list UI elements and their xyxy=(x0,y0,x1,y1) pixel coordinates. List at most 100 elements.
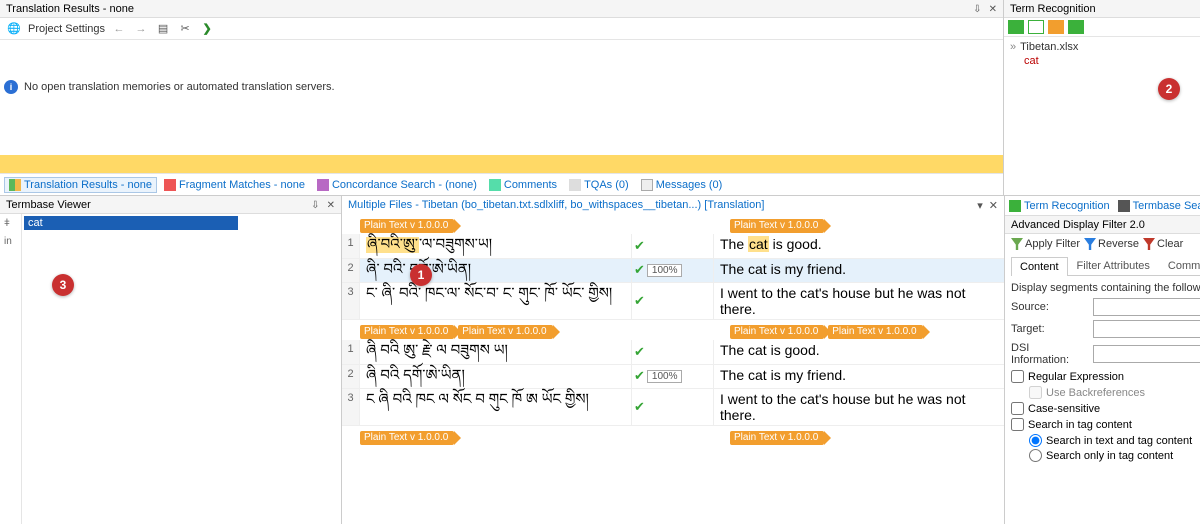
annotation-1: 1 xyxy=(410,264,432,286)
segment-row[interactable]: 1 ཞི་བའི་ཨུ་་ལ་བཟུགས་ཡ། ✔ The cat is goo… xyxy=(342,234,1004,259)
file-tag: Plain Text v 1.0.0.0 xyxy=(730,431,824,445)
apply-filter-button[interactable]: Apply Filter xyxy=(1011,238,1080,250)
segment-target[interactable]: I went to the cat's house but he was not… xyxy=(714,283,1004,319)
target-input[interactable] xyxy=(1093,320,1200,338)
segment-number: 3 xyxy=(342,389,360,425)
clear-filter-button[interactable]: Clear xyxy=(1143,238,1183,250)
segment-status: ✔ xyxy=(632,340,714,364)
confirm-icon: ✔ xyxy=(634,368,645,384)
searchtag-checkbox[interactable] xyxy=(1011,418,1024,431)
segment-row[interactable]: 3 ང་ ཞི་ བའི་ ཁང་ལ་ སོང་བ་ ང་ གུང་ ཁོ་ ཡ… xyxy=(342,283,1004,320)
term-record-icon[interactable] xyxy=(1048,20,1064,34)
adf-title: Advanced Display Filter 2.0 xyxy=(1011,219,1200,231)
segment-status: ✔100% xyxy=(632,259,714,283)
termbase-entry[interactable]: cat xyxy=(24,216,238,230)
dsi-input[interactable] xyxy=(1093,345,1200,363)
tab-tqas[interactable]: TQAs (0) xyxy=(564,177,634,193)
segment-row[interactable]: 2 ཞི་ བའི་ དགོ་ཨེ་ཡིན། ✔100% The cat is … xyxy=(342,259,1004,284)
right-column: Term Recognition Termbase Search Advance… xyxy=(1005,196,1200,524)
subtab-comments[interactable]: Comments xyxy=(1159,256,1200,275)
segment-target[interactable]: The cat is my friend. xyxy=(714,259,1004,283)
rb-only-tag-label: Search only in tag content xyxy=(1046,450,1173,462)
side-glyph-1: ǂ xyxy=(0,218,21,236)
term-add-icon[interactable] xyxy=(1028,20,1044,34)
rb-only-tag[interactable] xyxy=(1029,449,1042,462)
term-recognition-panel: Term Recognition Tibetan.xlsx cat 2 xyxy=(1004,0,1200,195)
adf-description: Display segments containing the followin… xyxy=(1011,282,1200,294)
segment-row[interactable]: 2 ཞི བའི དགོ་ཨེ་ཡིན། ✔100% The cat is my… xyxy=(342,365,1004,390)
side-glyph-2: in xyxy=(0,236,21,254)
pin-icon[interactable]: ⇩ xyxy=(311,200,319,211)
file-tag: Plain Text v 1.0.0.0 xyxy=(730,219,824,233)
tab-termbase-search[interactable]: Termbase Search xyxy=(1118,200,1200,212)
source-input[interactable] xyxy=(1093,298,1200,316)
regex-checkbox[interactable] xyxy=(1011,370,1024,383)
casesens-label: Case-sensitive xyxy=(1028,403,1100,415)
translation-results-header: Translation Results - none ⇩ ✕ xyxy=(0,0,1003,18)
term-view-icon[interactable] xyxy=(1008,20,1024,34)
match-score: 100% xyxy=(647,264,683,277)
segment-row[interactable]: 1 ཞི བའི ཨུ་ རྗེ་ ལ བཟུགས ཡ། ✔ The cat i… xyxy=(342,340,1004,365)
segment-source[interactable]: ང ཞི བའི ཁང ལ སོང བ གུང ཁོ ཨ ཡོང གྱིས། xyxy=(360,389,632,425)
file-tag: Plain Text v 1.0.0.0 xyxy=(730,325,824,339)
subtab-filter-attributes[interactable]: Filter Attributes xyxy=(1068,256,1159,275)
world-icon[interactable]: 🌐 xyxy=(6,21,22,37)
dropdown-icon[interactable]: ▾ xyxy=(977,199,983,212)
segment-source[interactable]: ཞི བའི ཨུ་ རྗེ་ ལ བཟུགས ཡ། xyxy=(360,340,632,364)
project-settings-link[interactable]: Project Settings xyxy=(28,23,105,35)
casesens-checkbox[interactable] xyxy=(1011,402,1024,415)
close-icon[interactable]: ✕ xyxy=(989,199,998,212)
confirm-icon: ✔ xyxy=(634,399,645,415)
file-tag: Plain Text v 1.0.0.0 xyxy=(360,219,454,233)
tool-icon[interactable]: ✂ xyxy=(177,21,193,37)
rb-text-and-tag[interactable] xyxy=(1029,434,1042,447)
tab-fragment-matches[interactable]: Fragment Matches - none xyxy=(159,177,310,193)
info-icon: i xyxy=(4,80,18,94)
close-icon[interactable]: ✕ xyxy=(327,200,335,211)
segment-source[interactable]: ང་ ཞི་ བའི་ ཁང་ལ་ སོང་བ་ ང་ གུང་ ཁོ་ ཡོང… xyxy=(360,283,632,319)
reverse-filter-button[interactable]: Reverse xyxy=(1084,238,1139,250)
segment-source[interactable]: ཞི་བའི་ཨུ་་ལ་བཟུགས་ཡ། xyxy=(360,234,632,258)
nav-back-icon[interactable]: ← xyxy=(111,21,127,37)
tab-concordance-search[interactable]: Concordance Search - (none) xyxy=(312,177,482,193)
tab-term-recognition[interactable]: Term Recognition xyxy=(1009,200,1110,212)
term-hit[interactable]: cat xyxy=(1024,55,1194,67)
termbase-side-strip: ǂ in xyxy=(0,214,22,524)
term-settings-icon[interactable] xyxy=(1068,20,1084,34)
translation-results-body: i No open translation memories or automa… xyxy=(0,40,1003,155)
tab-translation-results[interactable]: Translation Results - none xyxy=(4,177,157,193)
segment-target[interactable]: The cat is my friend. xyxy=(714,365,1004,389)
termbase-main: cat 3 xyxy=(22,214,341,524)
tab-messages[interactable]: Messages (0) xyxy=(636,177,728,193)
translation-results-panel: Translation Results - none ⇩ ✕ 🌐 Project… xyxy=(0,0,1004,195)
translation-results-title: Translation Results - none xyxy=(6,3,969,15)
list-icon[interactable]: ▤ xyxy=(155,21,171,37)
segment-source[interactable]: ཞི བའི དགོ་ཨེ་ཡིན། xyxy=(360,365,632,389)
confirm-icon: ✔ xyxy=(634,238,645,254)
status-bar xyxy=(0,155,1003,173)
searchtag-label: Search in tag content xyxy=(1028,419,1132,431)
pin-icon[interactable]: ⇩ xyxy=(973,4,981,15)
segment-number: 2 xyxy=(342,259,360,283)
nav-fwd-icon[interactable]: → xyxy=(133,21,149,37)
match-score: 100% xyxy=(647,370,683,383)
term-recognition-toolbar xyxy=(1004,18,1200,37)
segment-target[interactable]: The cat is good. xyxy=(714,340,1004,364)
close-icon[interactable]: ✕ xyxy=(989,4,997,15)
target-label: Target: xyxy=(1011,323,1087,335)
file-tag: Plain Text v 1.0.0.0 xyxy=(458,325,552,339)
segment-target[interactable]: The cat is good. xyxy=(714,234,1004,258)
go-icon[interactable]: ❯ xyxy=(199,21,215,37)
segment-table: Plain Text v 1.0.0.0 Plain Text v 1.0.0.0… xyxy=(342,214,1004,524)
subtab-content[interactable]: Content xyxy=(1011,257,1068,276)
segment-row[interactable]: 3 ང ཞི བའི ཁང ལ སོང བ གུང ཁོ ཨ ཡོང གྱིས།… xyxy=(342,389,1004,426)
segment-number: 2 xyxy=(342,365,360,389)
segment-source[interactable]: ཞི་ བའི་ དགོ་ཨེ་ཡིན། xyxy=(360,259,632,283)
lower-tab-bar: Translation Results - none Fragment Matc… xyxy=(0,173,1003,195)
backref-label: Use Backreferences xyxy=(1046,387,1145,399)
backref-checkbox xyxy=(1029,386,1042,399)
segment-target[interactable]: I went to the cat's house but he was not… xyxy=(714,389,1004,425)
rb-text-and-tag-label: Search in text and tag content xyxy=(1046,435,1192,447)
editor-file-tab[interactable]: Multiple Files - Tibetan (bo_tibetan.txt… xyxy=(342,196,1004,214)
tab-comments[interactable]: Comments xyxy=(484,177,562,193)
